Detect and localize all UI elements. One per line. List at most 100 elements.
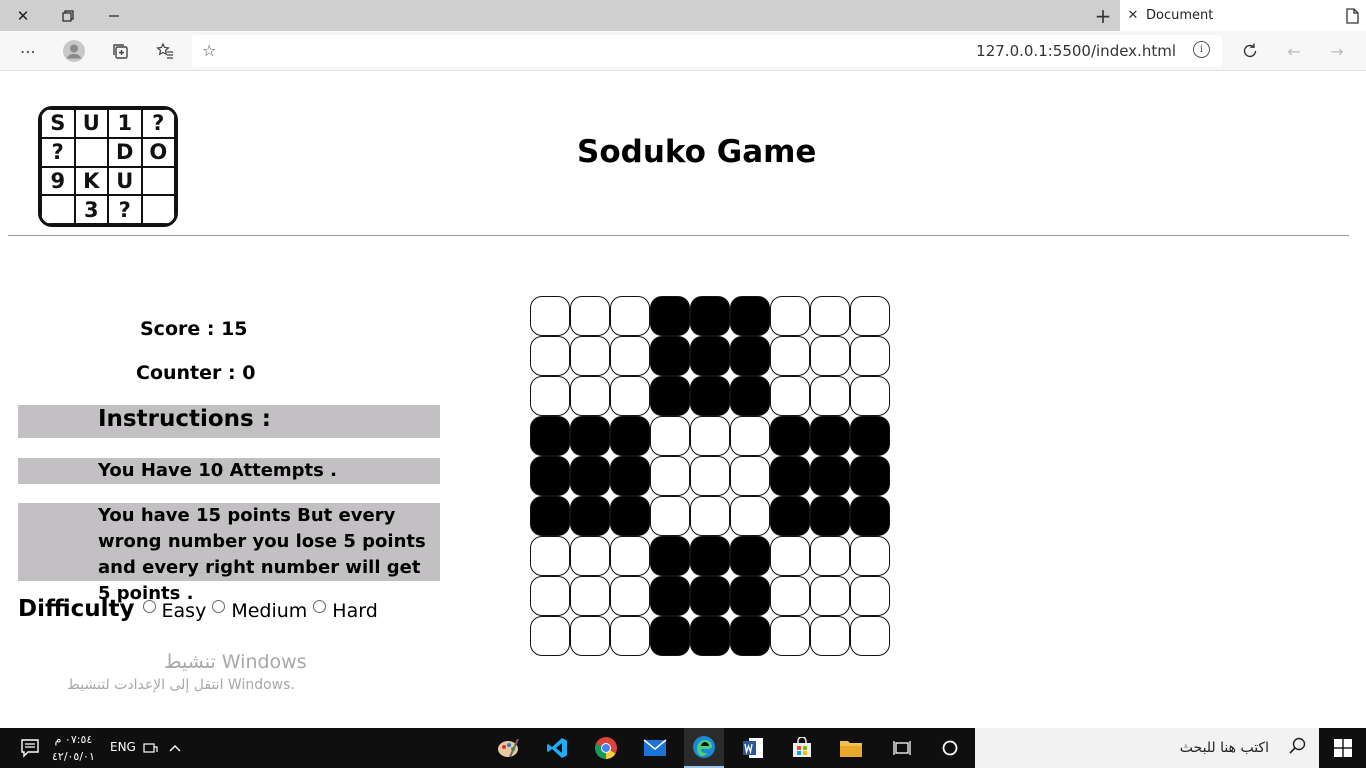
board-cell[interactable] <box>610 336 650 376</box>
board-cell[interactable] <box>850 616 890 656</box>
board-cell[interactable] <box>850 496 890 536</box>
star-icon[interactable]: ☆ <box>202 41 216 60</box>
url-text[interactable]: 127.0.0.1:5500/index.html <box>976 42 1176 60</box>
cortana-icon[interactable] <box>930 728 970 768</box>
board-cell[interactable] <box>690 456 730 496</box>
board-cell[interactable] <box>530 296 570 336</box>
medium-option-label[interactable]: Medium <box>231 600 307 622</box>
board-cell[interactable] <box>570 536 610 576</box>
store-app-icon[interactable] <box>782 728 822 768</box>
paint-app-icon[interactable] <box>488 728 528 768</box>
board-cell[interactable] <box>690 416 730 456</box>
board-cell[interactable] <box>530 416 570 456</box>
board-cell[interactable] <box>770 376 810 416</box>
board-cell[interactable] <box>530 576 570 616</box>
mail-app-icon[interactable] <box>635 728 675 768</box>
board-cell[interactable] <box>770 576 810 616</box>
network-icon[interactable] <box>141 728 161 768</box>
board-cell[interactable] <box>730 376 770 416</box>
restore-window-icon[interactable] <box>45 0 91 31</box>
board-cell[interactable] <box>850 296 890 336</box>
board-cell[interactable] <box>530 616 570 656</box>
easy-radio[interactable] <box>142 600 156 613</box>
minimize-window-icon[interactable] <box>91 0 137 31</box>
board-cell[interactable] <box>690 296 730 336</box>
board-cell[interactable] <box>770 536 810 576</box>
board-cell[interactable] <box>810 536 850 576</box>
board-cell[interactable] <box>730 576 770 616</box>
board-cell[interactable] <box>610 296 650 336</box>
board-cell[interactable] <box>610 536 650 576</box>
medium-radio[interactable] <box>212 600 226 613</box>
board-cell[interactable] <box>650 456 690 496</box>
board-cell[interactable] <box>530 536 570 576</box>
board-cell[interactable] <box>730 336 770 376</box>
board-cell[interactable] <box>610 496 650 536</box>
board-cell[interactable] <box>810 296 850 336</box>
board-cell[interactable] <box>650 536 690 576</box>
board-cell[interactable] <box>850 536 890 576</box>
board-cell[interactable] <box>690 576 730 616</box>
board-cell[interactable] <box>730 616 770 656</box>
board-cell[interactable] <box>570 336 610 376</box>
board-cell[interactable] <box>770 456 810 496</box>
refresh-icon[interactable] <box>1233 35 1267 67</box>
board-cell[interactable] <box>610 416 650 456</box>
board-cell[interactable] <box>530 336 570 376</box>
board-cell[interactable] <box>810 576 850 616</box>
board-cell[interactable] <box>650 296 690 336</box>
board-cell[interactable] <box>650 376 690 416</box>
hard-option-label[interactable]: Hard <box>332 600 377 622</box>
board-cell[interactable] <box>810 376 850 416</box>
board-cell[interactable] <box>650 336 690 376</box>
board-cell[interactable] <box>850 576 890 616</box>
board-cell[interactable] <box>850 376 890 416</box>
info-icon[interactable]: i <box>1193 41 1210 58</box>
board-cell[interactable] <box>690 616 730 656</box>
board-cell[interactable] <box>770 336 810 376</box>
board-cell[interactable] <box>730 296 770 336</box>
chevron-up-icon[interactable] <box>165 728 185 768</box>
board-cell[interactable] <box>570 456 610 496</box>
board-cell[interactable] <box>770 296 810 336</box>
tab-close-icon[interactable]: ✕ <box>1120 8 1146 23</box>
board-cell[interactable] <box>570 616 610 656</box>
board-cell[interactable] <box>730 536 770 576</box>
board-cell[interactable] <box>730 416 770 456</box>
board-cell[interactable] <box>850 456 890 496</box>
taskbar-search[interactable]: اكتب هنا للبحث <box>975 728 1319 768</box>
board-cell[interactable] <box>650 496 690 536</box>
back-icon[interactable]: ← <box>1277 35 1311 67</box>
board-cell[interactable] <box>810 336 850 376</box>
board-cell[interactable] <box>610 576 650 616</box>
board-cell[interactable] <box>770 616 810 656</box>
board-cell[interactable] <box>690 496 730 536</box>
board-cell[interactable] <box>810 496 850 536</box>
board-cell[interactable] <box>770 416 810 456</box>
word-app-icon[interactable] <box>733 728 773 768</box>
new-tab-icon[interactable]: + <box>1088 0 1118 31</box>
board-cell[interactable] <box>690 336 730 376</box>
board-cell[interactable] <box>810 456 850 496</box>
board-cell[interactable] <box>810 416 850 456</box>
board-cell[interactable] <box>850 416 890 456</box>
board-cell[interactable] <box>530 496 570 536</box>
board-cell[interactable] <box>730 496 770 536</box>
board-cell[interactable] <box>570 416 610 456</box>
board-cell[interactable] <box>810 616 850 656</box>
board-cell[interactable] <box>650 416 690 456</box>
board-cell[interactable] <box>610 616 650 656</box>
address-bar[interactable]: ☆ 127.0.0.1:5500/index.html i <box>192 35 1222 67</box>
edge-app-icon[interactable] <box>684 728 724 768</box>
more-options-icon[interactable]: ⋯ <box>11 35 45 67</box>
board-cell[interactable] <box>690 376 730 416</box>
board-cell[interactable] <box>730 456 770 496</box>
board-cell[interactable] <box>610 376 650 416</box>
board-cell[interactable] <box>650 616 690 656</box>
collections-icon[interactable] <box>104 35 138 67</box>
notification-icon[interactable] <box>12 728 48 768</box>
board-cell[interactable] <box>650 576 690 616</box>
board-cell[interactable] <box>690 536 730 576</box>
board-cell[interactable] <box>610 456 650 496</box>
windows-start-icon[interactable] <box>1320 728 1366 768</box>
